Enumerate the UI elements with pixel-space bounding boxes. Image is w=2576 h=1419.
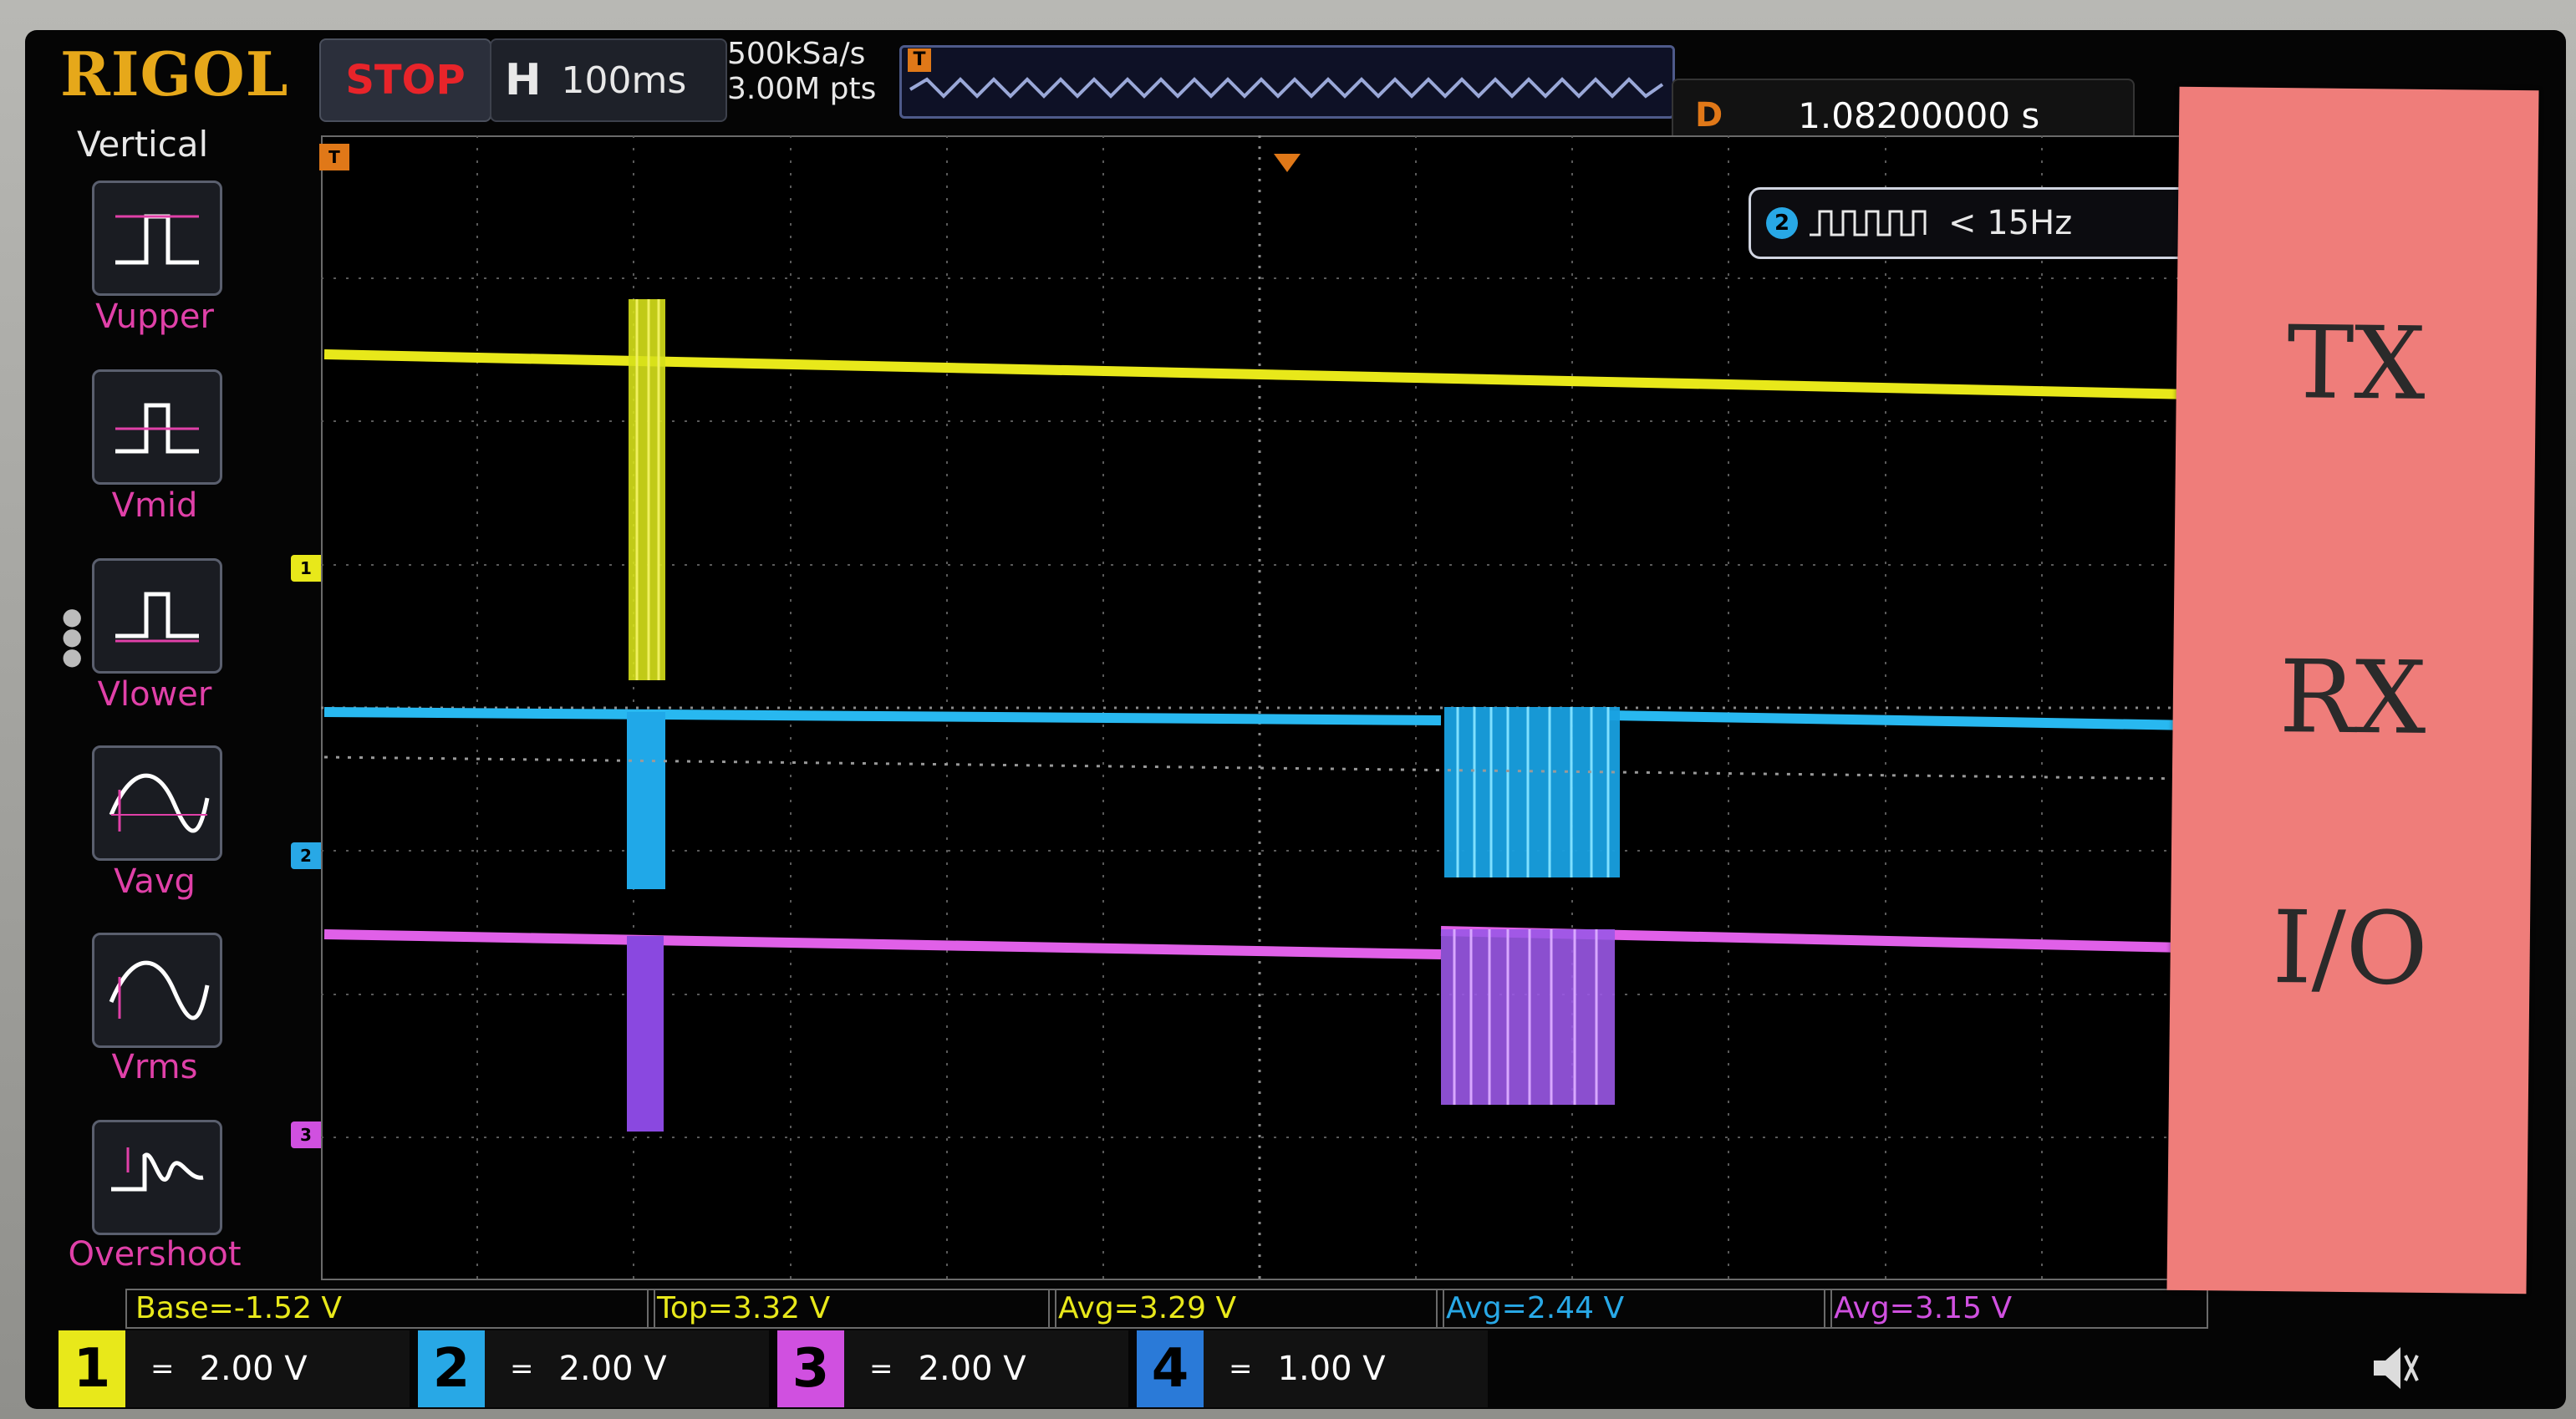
measurement-5[interactable]: Avg=3.15 V	[1824, 1289, 2208, 1329]
overview-waveform	[909, 77, 1664, 99]
vlower-button[interactable]	[92, 558, 222, 674]
ch1-number: 1	[73, 1338, 111, 1400]
overview-trigger-marker: T	[908, 48, 931, 72]
trigger-time-arrow	[1274, 154, 1301, 172]
vmid-icon	[115, 403, 199, 454]
delay-label: D	[1695, 96, 1723, 135]
sample-rate: 500kSa/s	[727, 37, 866, 71]
vrms-icon	[109, 960, 210, 1020]
ch1-coupling: =	[150, 1352, 175, 1386]
ch1-offset-marker[interactable]: 1	[291, 555, 321, 582]
ch2-number: 2	[432, 1338, 471, 1400]
sticky-note-label: TX RX I/O	[2166, 86, 2539, 1294]
ch4-coupling: =	[1229, 1352, 1253, 1386]
vlower-icon	[115, 592, 199, 643]
horizontal-timebase[interactable]: H 100ms	[490, 38, 727, 122]
speaker-icon[interactable]	[2365, 1339, 2424, 1397]
measurement-4[interactable]: Avg=2.44 V	[1436, 1289, 1832, 1329]
note-tx: TX	[2286, 305, 2426, 423]
vavg-label: Vavg	[114, 862, 196, 901]
ch4-scale: 1.00 V	[1277, 1350, 1386, 1388]
ch4-status[interactable]: 4 = 1.00 V	[1137, 1330, 1488, 1407]
more-menu-dots[interactable]: ● ● ●	[62, 605, 82, 669]
trigger-position-marker[interactable]: T	[319, 144, 349, 170]
freq-value: < 15Hz	[1948, 204, 2073, 242]
waveform-display	[321, 135, 2198, 1280]
ch1-status[interactable]: 1 = 2.00 V	[59, 1330, 410, 1407]
ch3-coupling: =	[869, 1352, 893, 1386]
square-wave-icon	[1810, 210, 1927, 237]
acquisition-info: 500kSa/s 3.00M pts	[727, 37, 876, 107]
waveform-grid[interactable]	[321, 135, 2198, 1280]
ch3-scale: 2.00 V	[918, 1350, 1026, 1388]
ch2-offset-marker[interactable]: 2	[291, 842, 321, 869]
freq-channel-badge: 2	[1766, 207, 1798, 239]
ch3-status[interactable]: 3 = 2.00 V	[777, 1330, 1128, 1407]
memory-overview	[899, 45, 1675, 119]
ch4-number: 4	[1151, 1338, 1189, 1400]
vmid-label: Vmid	[111, 486, 198, 525]
vrms-button[interactable]	[92, 933, 222, 1048]
overshoot-icon	[111, 1147, 204, 1192]
ch1-scale: 2.00 V	[199, 1350, 308, 1388]
ch3-offset-marker[interactable]: 3	[291, 1121, 321, 1148]
note-io: I/O	[2271, 890, 2429, 1008]
horizontal-label: H	[505, 55, 542, 105]
delay-value: 1.08200000 s	[1798, 94, 2040, 136]
note-rx: RX	[2278, 639, 2427, 757]
timebase-value: 100ms	[561, 58, 687, 102]
measurement-2[interactable]: Top=3.32 V	[647, 1289, 1056, 1329]
vmid-button[interactable]	[92, 369, 222, 485]
memory-depth: 3.00M pts	[727, 72, 877, 106]
vrms-label: Vrms	[111, 1048, 198, 1086]
vupper-label: Vupper	[95, 298, 214, 336]
overshoot-button[interactable]	[92, 1120, 222, 1235]
vupper-icon	[115, 214, 199, 265]
ch2-status[interactable]: 2 = 2.00 V	[418, 1330, 769, 1407]
measurement-1[interactable]: Base=-1.52 V	[125, 1289, 655, 1329]
overshoot-label: Overshoot	[68, 1235, 242, 1274]
vlower-label: Vlower	[97, 675, 212, 714]
vavg-button[interactable]	[92, 745, 222, 861]
vavg-icon	[109, 773, 210, 833]
menu-title: Vertical	[77, 124, 209, 165]
ch2-coupling: =	[510, 1352, 534, 1386]
frequency-counter[interactable]: 2 < 15Hz	[1749, 187, 2202, 259]
rigol-logo: RIGOL	[60, 38, 289, 109]
ch2-scale: 2.00 V	[558, 1350, 667, 1388]
run-stop-status[interactable]: STOP	[319, 38, 491, 122]
measurement-3[interactable]: Avg=3.29 V	[1048, 1289, 1444, 1329]
ch3-number: 3	[792, 1338, 830, 1400]
vupper-button[interactable]	[92, 181, 222, 296]
